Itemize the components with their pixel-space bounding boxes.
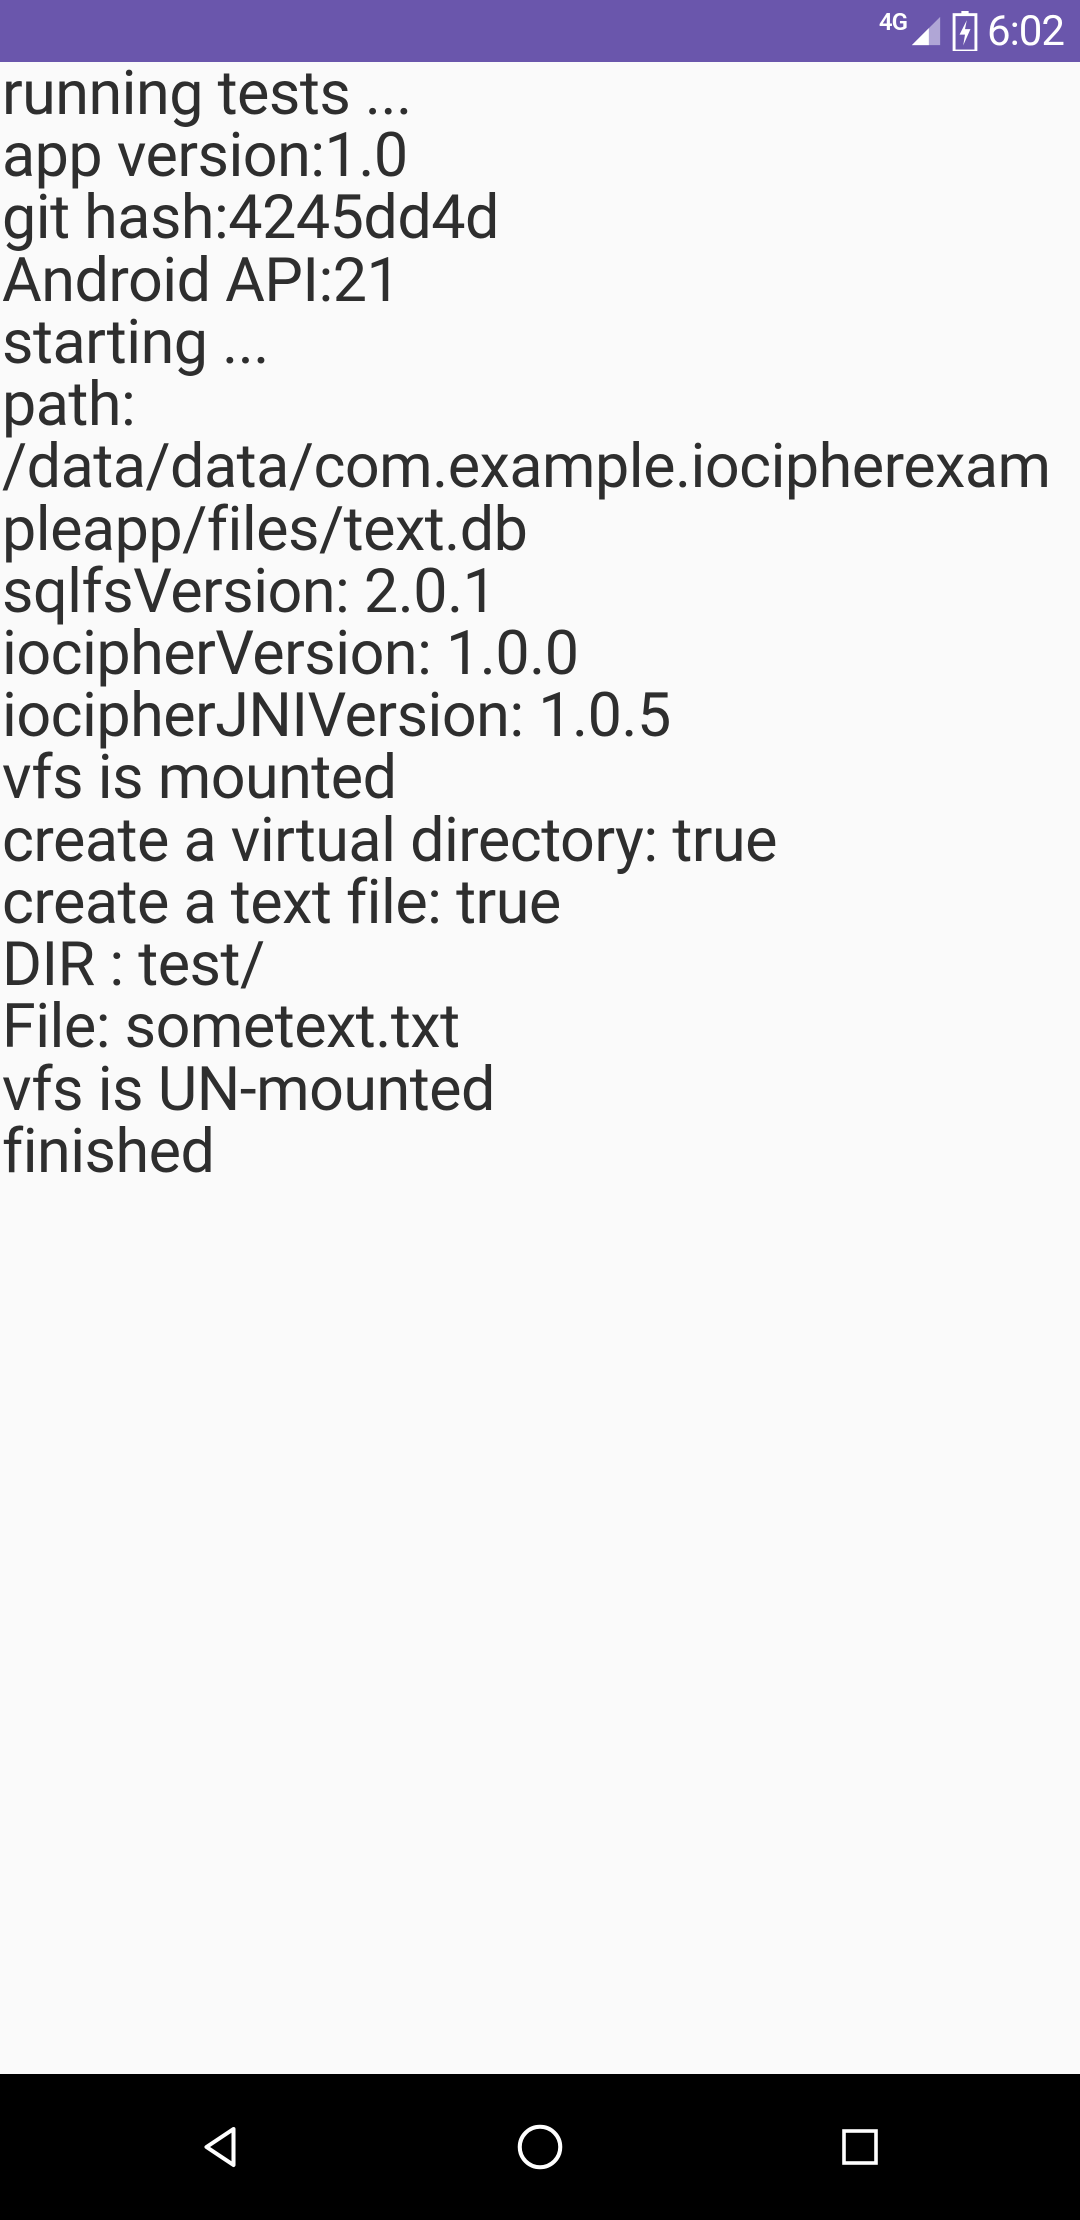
- status-bar: 4G 6:02: [0, 0, 1080, 62]
- home-icon: [513, 2120, 567, 2174]
- log-line: starting ...: [2, 311, 1078, 373]
- log-line: create a text file: true: [2, 871, 1078, 933]
- back-button[interactable]: [120, 2097, 320, 2197]
- log-line: File: sometext.txt: [2, 995, 1078, 1057]
- log-line: iocipherVersion: 1.0.0: [2, 622, 1078, 684]
- network-type-label: 4G: [879, 8, 907, 36]
- log-line: vfs is UN-mounted: [2, 1058, 1078, 1120]
- log-line: Android API:21: [2, 249, 1078, 311]
- log-line: vfs is mounted: [2, 746, 1078, 808]
- navigation-bar: [0, 2074, 1080, 2220]
- recent-apps-button[interactable]: [760, 2097, 960, 2197]
- back-icon: [193, 2120, 247, 2174]
- log-line: create a virtual directory: true: [2, 809, 1078, 871]
- log-line: finished: [2, 1120, 1078, 1182]
- log-line: path: /data/data/com.example.iocipherexa…: [2, 373, 1078, 560]
- log-line: iocipherJNIVersion: 1.0.5: [2, 684, 1078, 746]
- log-output: running tests ... app version:1.0 git ha…: [0, 62, 1080, 1182]
- log-line: app version:1.0: [2, 124, 1078, 186]
- battery-charging-icon: [951, 11, 979, 51]
- log-line: git hash:4245dd4d: [2, 186, 1078, 248]
- recent-apps-icon: [836, 2123, 884, 2171]
- log-line: running tests ...: [2, 62, 1078, 124]
- clock-time: 6:02: [987, 7, 1064, 56]
- cellular-signal-icon: [909, 14, 943, 48]
- home-button[interactable]: [440, 2097, 640, 2197]
- log-line: DIR : test/: [2, 933, 1078, 995]
- log-line: sqlfsVersion: 2.0.1: [2, 560, 1078, 622]
